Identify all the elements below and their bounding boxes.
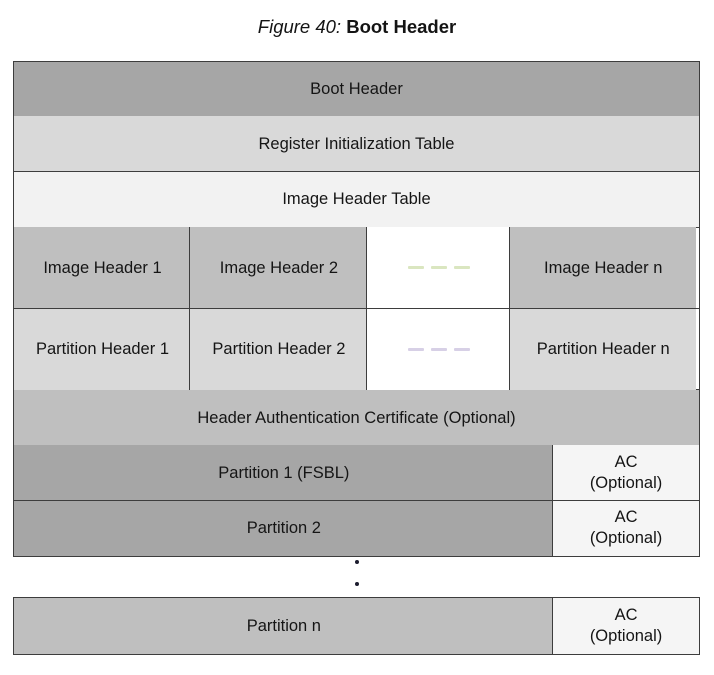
cell-partition-n-ac: AC (Optional) <box>552 598 699 655</box>
cell-partition-2-ac: AC (Optional) <box>552 500 699 556</box>
cell-partition-header-1: Partition Header 1 <box>14 308 191 390</box>
cell-partition-1-ac: AC (Optional) <box>552 445 699 501</box>
cell-boot-header: Boot Header <box>14 62 699 116</box>
cell-image-header-n: Image Header n <box>509 227 697 309</box>
row-partition-1: Partition 1 (FSBL) AC (Optional) <box>13 444 700 502</box>
ellipsis-dashes-icon <box>407 266 470 270</box>
cell-image-header-table: Image Header Table <box>14 171 699 227</box>
row-boot-header: Boot Header <box>13 61 700 117</box>
cell-image-header-1: Image Header 1 <box>14 227 191 309</box>
cell-partition-2: Partition 2 <box>14 500 554 556</box>
cell-partition-header-ellipsis <box>365 308 511 390</box>
cell-partition-1: Partition 1 (FSBL) <box>14 445 554 501</box>
partition-n-ac-line1: AC <box>614 606 638 625</box>
figure-caption-title: Boot Header <box>346 16 457 37</box>
row-partition-2: Partition 2 AC (Optional) <box>13 499 700 557</box>
cell-image-header-ellipsis <box>365 227 511 309</box>
figure-caption: Figure 40: Boot Header <box>0 14 714 40</box>
partition-1-ac-line1: AC <box>614 452 638 471</box>
row-image-headers: Image Header 1 Image Header 2 Image Head… <box>13 226 700 310</box>
cell-register-initialization-table: Register Initialization Table <box>14 116 699 172</box>
partition-2-ac-line1: AC <box>614 508 638 527</box>
row-header-authentication-certificate: Header Authentication Certificate (Optio… <box>13 389 700 447</box>
row-partition-n: Partition n AC (Optional) <box>13 597 700 656</box>
boot-image-structure-diagram: Boot Header Register Initialization Tabl… <box>13 61 700 656</box>
cell-partition-header-2: Partition Header 2 <box>189 308 368 390</box>
partition-n-ac-line2: (Optional) <box>589 627 663 646</box>
row-partition-headers: Partition Header 1 Partition Header 2 Pa… <box>13 307 700 391</box>
cell-image-header-2: Image Header 2 <box>189 227 368 309</box>
figure-caption-label: Figure 40: <box>257 16 342 37</box>
row-register-initialization-table: Register Initialization Table <box>13 115 700 173</box>
row-image-header-table: Image Header Table <box>13 170 700 228</box>
ellipsis-dashes-icon <box>407 347 470 351</box>
cell-partition-n: Partition n <box>14 598 554 655</box>
partition-1-ac-line2: (Optional) <box>589 473 663 492</box>
cell-partition-header-n: Partition Header n <box>509 308 697 390</box>
partition-2-ac-line2: (Optional) <box>589 529 663 548</box>
vertical-ellipsis-icon <box>13 557 700 599</box>
cell-header-authentication-certificate: Header Authentication Certificate (Optio… <box>14 390 699 446</box>
